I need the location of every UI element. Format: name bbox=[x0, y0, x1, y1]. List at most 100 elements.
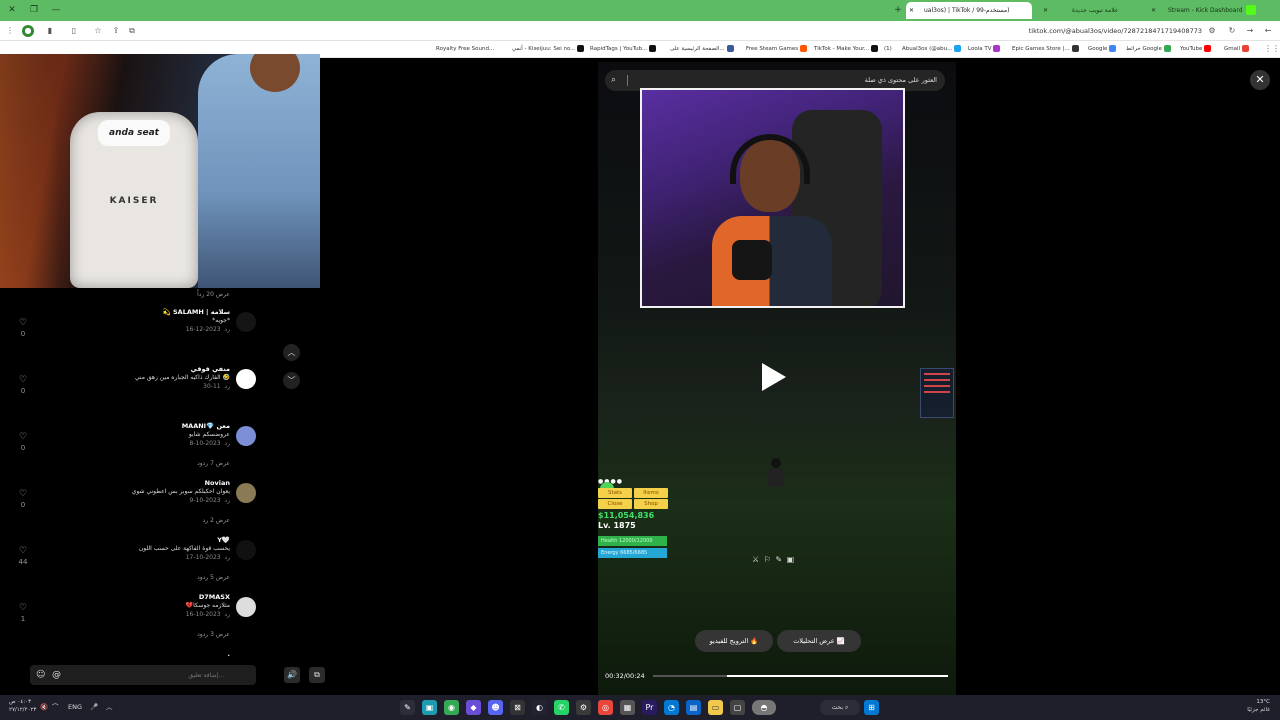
comment-like[interactable]: ♡ 0 bbox=[16, 375, 30, 395]
reply-link[interactable]: رد bbox=[224, 383, 230, 390]
profile-icon[interactable]: ● bbox=[22, 25, 34, 37]
tab-kick-dashboard[interactable]: ✕ Stream - Kick Dashboard bbox=[1148, 2, 1246, 19]
bookmark-loola[interactable]: Loola TV bbox=[968, 45, 1001, 54]
game-app-icon[interactable]: ◓ bbox=[752, 700, 776, 715]
purple-app-icon[interactable]: ◆ bbox=[466, 700, 481, 715]
heart-icon[interactable]: ♡ bbox=[16, 489, 30, 499]
restore-window-icon[interactable]: ❐ bbox=[26, 3, 42, 17]
store-icon[interactable]: ▤ bbox=[686, 700, 701, 715]
taskbar-search[interactable]: بحث ⌕ bbox=[820, 700, 860, 715]
bookmark-twitter-abual3os[interactable]: Abual3os (@abu... bbox=[902, 45, 962, 54]
new-tab-icon[interactable]: + bbox=[890, 3, 906, 17]
menu-dots-icon[interactable]: ⋮ bbox=[4, 25, 16, 37]
bookmark-royalty-free-sound[interactable]: Royalty Free Sound... bbox=[436, 45, 494, 54]
address-bar[interactable]: tiktok.com/@abual3os/video/7287218471719… bbox=[1029, 25, 1202, 37]
forward-icon[interactable]: → bbox=[1244, 25, 1256, 37]
avatar[interactable] bbox=[236, 540, 256, 560]
network-icon[interactable]: 🔇 bbox=[40, 702, 48, 712]
tab-new-tab[interactable]: ✕ علامة تبويب جديدة bbox=[1040, 2, 1144, 19]
close-window-icon[interactable]: ✕ bbox=[4, 3, 20, 17]
bookmark-anime[interactable]: أنمي - Kiseijuu: Sei no... bbox=[512, 45, 585, 54]
next-video-button[interactable]: ﹀ bbox=[283, 372, 300, 389]
video-progress-bar[interactable] bbox=[653, 675, 948, 677]
heart-icon[interactable]: ♡ bbox=[16, 603, 30, 613]
bookmark-youtube[interactable]: YouTube bbox=[1180, 45, 1212, 54]
bookmark-notification[interactable]: (1) bbox=[884, 45, 892, 54]
bookmark-gmail[interactable]: Gmail bbox=[1224, 45, 1250, 54]
bookmark-tiktok[interactable]: TikTok - Make Your... bbox=[814, 45, 879, 54]
bookmark-google-maps[interactable]: خرائط Google bbox=[1126, 45, 1171, 54]
show-replies-link[interactable]: عرض 7 ردود bbox=[197, 460, 230, 467]
show-replies-link[interactable]: عرض 5 ردود bbox=[197, 574, 230, 581]
reload-icon[interactable]: ↻ bbox=[1226, 25, 1238, 37]
avatar[interactable] bbox=[236, 369, 256, 389]
avatar[interactable] bbox=[236, 312, 256, 332]
show-replies-link[interactable]: عرض 20 رداً bbox=[197, 291, 230, 298]
tab-tiktok[interactable]: ✕ ual3os) | TikTok / مستخدم-99) bbox=[906, 2, 1032, 19]
bookmark-star-icon[interactable]: ☆ bbox=[92, 25, 104, 37]
emoji-icon[interactable]: ☺ bbox=[36, 669, 45, 681]
mic-icon[interactable]: 🎤 bbox=[90, 702, 98, 712]
previous-video-button[interactable]: ︿ bbox=[283, 344, 300, 361]
apps-grid-icon[interactable]: ⋮⋮ bbox=[1264, 43, 1280, 55]
obs-icon[interactable]: ◐ bbox=[532, 700, 547, 715]
calculator-icon[interactable]: ▦ bbox=[620, 700, 635, 715]
wifi-icon[interactable]: ⌒ bbox=[52, 702, 59, 712]
bookmark-steam[interactable]: Free Steam Games bbox=[746, 45, 808, 54]
heart-icon[interactable]: ♡ bbox=[16, 375, 30, 385]
avatar[interactable] bbox=[236, 597, 256, 617]
picture-in-picture-icon[interactable]: ⧉ bbox=[309, 667, 325, 683]
comment-like[interactable]: ♡ 1 bbox=[16, 603, 30, 623]
steam-icon[interactable]: ⚙ bbox=[576, 700, 591, 715]
comment-username[interactable]: Novian bbox=[205, 479, 230, 487]
tab-close-icon[interactable]: ✕ bbox=[1043, 2, 1048, 19]
play-icon[interactable] bbox=[762, 363, 792, 393]
tab-close-icon[interactable]: ✕ bbox=[909, 2, 914, 19]
discord-icon[interactable]: ☻ bbox=[488, 700, 503, 715]
tray-expand-icon[interactable]: ︿ bbox=[106, 702, 113, 712]
at-mention-icon[interactable]: @ bbox=[52, 669, 61, 681]
comment-username[interactable]: منفي قوقي bbox=[191, 365, 230, 373]
reply-link[interactable]: رد bbox=[224, 440, 230, 447]
share-icon[interactable]: ⇪ bbox=[110, 25, 122, 37]
cast-icon[interactable]: ⧉ bbox=[126, 25, 138, 37]
tab-close-icon[interactable]: ✕ bbox=[1151, 2, 1156, 19]
comment-input[interactable] bbox=[74, 665, 224, 685]
reply-link[interactable]: رد bbox=[224, 611, 230, 618]
search-icon[interactable]: ⌕ bbox=[611, 74, 616, 87]
show-replies-link[interactable]: عرض 2 رد bbox=[203, 517, 230, 524]
avatar[interactable] bbox=[236, 654, 256, 656]
comment-username[interactable]: MAANI💎 معن bbox=[182, 422, 230, 430]
heart-icon[interactable]: ♡ bbox=[16, 546, 30, 556]
reply-link[interactable]: رد bbox=[224, 554, 230, 561]
comment-username[interactable]: D7MASX bbox=[199, 593, 230, 601]
bookmark-google[interactable]: Google bbox=[1088, 45, 1117, 54]
reply-link[interactable]: رد bbox=[224, 326, 230, 333]
comment-like[interactable]: ♡ 0 bbox=[16, 318, 30, 338]
bookmark-epic[interactable]: Epic Games Store |... bbox=[1012, 45, 1079, 54]
sidebar-icon[interactable]: ▯ bbox=[68, 25, 80, 37]
bookmark-rapidtags[interactable]: RapidTags | YouTub... bbox=[590, 45, 657, 54]
premiere-icon[interactable]: Pr bbox=[642, 700, 657, 715]
bookmark-facebook-home[interactable]: الصفحة الرئيسية على... bbox=[670, 45, 734, 54]
show-replies-link[interactable]: عرض 3 ردود bbox=[197, 631, 230, 638]
weather-widget[interactable]: 13°C غائم جزئيًا bbox=[1247, 698, 1270, 714]
avatar[interactable] bbox=[236, 483, 256, 503]
close-video-button[interactable]: ✕ bbox=[1250, 70, 1270, 90]
pen-app-icon[interactable]: ✎ bbox=[400, 700, 415, 715]
promote-video-button[interactable]: الترويج للفيديو 🔥 bbox=[695, 630, 773, 652]
heart-icon[interactable]: ♡ bbox=[16, 432, 30, 442]
comment-username[interactable]: Y🤍 bbox=[217, 536, 230, 544]
chrome-green-icon[interactable]: ◉ bbox=[444, 700, 459, 715]
avatar[interactable] bbox=[236, 426, 256, 446]
volume-icon[interactable]: 🔊 bbox=[284, 667, 300, 683]
extension-icon[interactable]: ▮ bbox=[44, 25, 56, 37]
whatsapp-icon[interactable]: ✆ bbox=[554, 700, 569, 715]
comment-like[interactable]: ♡ 0 bbox=[16, 432, 30, 452]
file-explorer-icon[interactable]: ▭ bbox=[708, 700, 723, 715]
edge-icon[interactable]: ◔ bbox=[664, 700, 679, 715]
site-settings-icon[interactable]: ⚙ bbox=[1206, 25, 1218, 37]
system-clock[interactable]: ٠٤:٠٣ ص ٢٧/١٢/٢٠٢٣ bbox=[9, 698, 36, 714]
comment-like[interactable]: ♡ 0 bbox=[16, 489, 30, 509]
capture-app-icon[interactable]: ⊠ bbox=[510, 700, 525, 715]
